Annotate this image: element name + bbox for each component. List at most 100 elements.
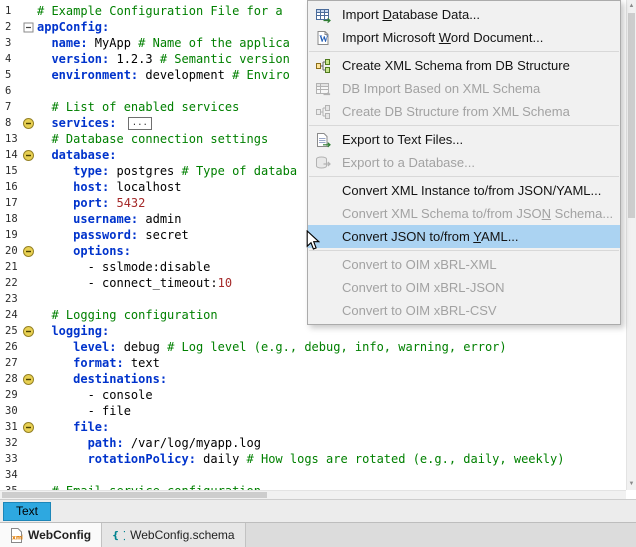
line-number: 14 — [0, 147, 21, 163]
line-number: 4 — [0, 51, 21, 67]
code-text: options: — [37, 243, 131, 259]
menu-item-label: Create XML Schema from DB Structure — [342, 58, 570, 73]
menu-item-db-import-based-on-xml-schema: DB Import Based on XML Schema — [308, 77, 620, 100]
menu-item-convert-to-oim-xbrl-json: Convert to OIM xBRL-JSON — [308, 276, 620, 299]
line-number: 22 — [0, 275, 21, 291]
menu-separator — [309, 51, 619, 52]
line-number: 27 — [0, 355, 21, 371]
menu-item-label: Import Microsoft Word Document... — [342, 30, 543, 45]
code-text: - file — [37, 403, 131, 419]
menu-item-label: Import Database Data... — [342, 7, 480, 22]
line-number: 13 — [0, 131, 21, 147]
fold-gutter — [21, 291, 37, 307]
menu-item-export-to-a-database: Export to a Database... — [308, 151, 620, 174]
view-tab-text[interactable]: Text — [3, 502, 51, 521]
code-line-25[interactable]: 25 logging: — [0, 323, 636, 339]
code-line-33[interactable]: 33 rotationPolicy: daily # How logs are … — [0, 451, 636, 467]
line-number: 17 — [0, 195, 21, 211]
fold-gutter — [21, 355, 37, 371]
line-number: 18 — [0, 211, 21, 227]
line-number: 5 — [0, 67, 21, 83]
code-line-26[interactable]: 26 level: debug # Log level (e.g., debug… — [0, 339, 636, 355]
fold-marker-icon[interactable] — [21, 243, 37, 259]
context-menu: Import Database Data... W Import Microsoft… — [307, 0, 621, 325]
menu-item-label: Export to a Database... — [342, 155, 475, 170]
menu-item-label: Convert XML Schema to/from JSON Schema..… — [342, 206, 613, 221]
menu-item-import-microsoft-word-document[interactable]: W Import Microsoft Word Document... — [308, 26, 620, 49]
fold-marker-icon[interactable] — [21, 147, 37, 163]
text-view-editor[interactable]: 1# Example Configuration File for a 2app… — [0, 0, 636, 499]
folded-code-placeholder[interactable]: ... — [128, 117, 152, 130]
schema-braces-icon: { } — [112, 528, 125, 542]
code-text: - connect_timeout:10 — [37, 275, 232, 291]
menu-item-export-to-text-files[interactable]: Export to Text Files... — [308, 128, 620, 151]
menu-item-label: Export to Text Files... — [342, 132, 463, 147]
line-number: 28 — [0, 371, 21, 387]
code-line-29[interactable]: 29 - console — [0, 387, 636, 403]
scroll-down-arrow-icon[interactable]: ▼ — [627, 478, 636, 490]
line-number: 32 — [0, 435, 21, 451]
line-number: 31 — [0, 419, 21, 435]
code-line-31[interactable]: 31 file: — [0, 419, 636, 435]
fold-expanded-icon[interactable] — [21, 19, 37, 35]
vertical-scrollbar[interactable]: ▲ ▼ — [626, 0, 636, 490]
line-number: 3 — [0, 35, 21, 51]
fold-gutter — [21, 275, 37, 291]
line-number: 2 — [0, 19, 21, 35]
code-text: level: debug # Log level (e.g., debug, i… — [37, 339, 507, 355]
fold-marker-icon[interactable] — [21, 419, 37, 435]
fold-gutter — [21, 163, 37, 179]
line-number: 19 — [0, 227, 21, 243]
code-text: version: 1.2.3 # Semantic version — [37, 51, 290, 67]
horizontal-scrollbar[interactable] — [0, 490, 626, 499]
fold-gutter — [21, 387, 37, 403]
horizontal-scroll-thumb[interactable] — [2, 492, 267, 498]
menu-item-label: Convert to OIM xBRL-JSON — [342, 280, 505, 295]
code-line-28[interactable]: 28 destinations: — [0, 371, 636, 387]
fold-gutter — [21, 211, 37, 227]
code-text: host: localhost — [37, 179, 182, 195]
fold-marker-icon[interactable] — [21, 115, 37, 131]
code-text: destinations: — [37, 371, 167, 387]
code-text: services: ... — [37, 115, 152, 131]
file-tab-webconfig-schema[interactable]: { }WebConfig.schema — [102, 523, 246, 547]
file-tab-bar: xmlWebConfig{ }WebConfig.schema — [0, 522, 636, 547]
line-number: 16 — [0, 179, 21, 195]
vertical-scroll-thumb[interactable] — [628, 13, 635, 218]
create-db-structure-icon — [313, 104, 333, 120]
code-line-30[interactable]: 30 - file — [0, 403, 636, 419]
code-line-32[interactable]: 32 path: /var/log/myapp.log — [0, 435, 636, 451]
menu-item-import-database-data[interactable]: Import Database Data... — [308, 3, 620, 26]
fold-gutter — [21, 3, 37, 19]
menu-item-label: Convert to OIM xBRL-CSV — [342, 303, 497, 318]
svg-text:xml: xml — [12, 534, 23, 541]
menu-icon-spacer — [313, 206, 333, 222]
menu-item-label: Create DB Structure from XML Schema — [342, 104, 570, 119]
line-number: 21 — [0, 259, 21, 275]
fold-gutter — [21, 227, 37, 243]
import-word-icon: W — [313, 30, 333, 46]
menu-item-convert-to-oim-xbrl-csv: Convert to OIM xBRL-CSV — [308, 299, 620, 322]
line-number: 6 — [0, 83, 21, 99]
code-text: appConfig: — [37, 19, 109, 35]
menu-item-convert-json-to-from-yaml[interactable]: Convert JSON to/from YAML... — [308, 225, 620, 248]
code-line-27[interactable]: 27 format: text — [0, 355, 636, 371]
view-tab-bar: Text — [0, 499, 636, 522]
menu-separator — [309, 250, 619, 251]
file-tab-webconfig[interactable]: xmlWebConfig — [0, 523, 102, 547]
code-text: # Logging configuration — [37, 307, 218, 323]
menu-icon-spacer — [313, 303, 333, 319]
menu-item-create-db-structure-from-xml-schema: Create DB Structure from XML Schema — [308, 100, 620, 123]
scroll-up-arrow-icon[interactable]: ▲ — [627, 0, 636, 12]
menu-icon-spacer — [313, 183, 333, 199]
code-line-34[interactable]: 34 — [0, 467, 636, 483]
fold-marker-icon[interactable] — [21, 371, 37, 387]
export-text-files-icon — [313, 132, 333, 148]
code-text: type: postgres # Type of databa — [37, 163, 297, 179]
fold-marker-icon[interactable] — [21, 323, 37, 339]
line-number: 1 — [0, 3, 21, 19]
menu-item-create-xml-schema-from-db-structure[interactable]: Create XML Schema from DB Structure — [308, 54, 620, 77]
fold-gutter — [21, 35, 37, 51]
menu-item-convert-xml-instance-to-from-json-yaml[interactable]: Convert XML Instance to/from JSON/YAML..… — [308, 179, 620, 202]
menu-item-label: Convert to OIM xBRL-XML — [342, 257, 497, 272]
